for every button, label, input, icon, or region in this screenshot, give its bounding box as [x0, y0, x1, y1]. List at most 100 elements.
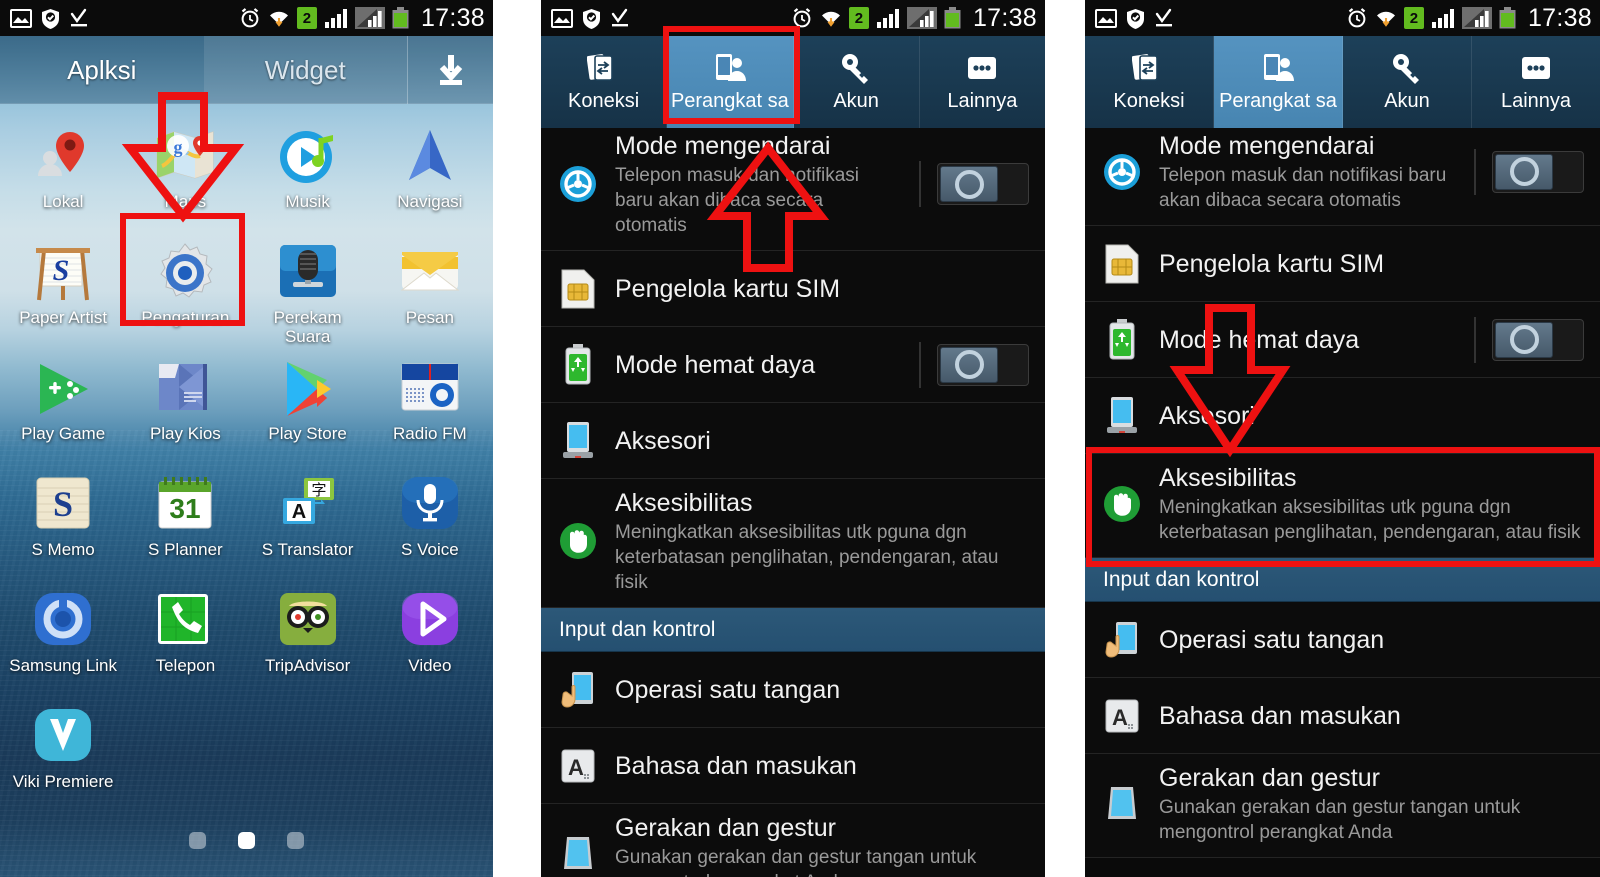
sim-card-icon: [557, 268, 599, 310]
app-item-pengaturan[interactable]: Pengaturan: [124, 236, 246, 348]
settings-row-text: Gerakan dan gestur Gunakan gerakan dan g…: [615, 812, 1029, 877]
settings-row-title: Aksesibilitas: [1159, 464, 1297, 492]
settings-gear-icon: [154, 242, 216, 304]
page-dot[interactable]: [189, 832, 206, 849]
power-saving-battery-icon: [1101, 318, 1143, 361]
settings-row-sim-manager[interactable]: Pengelola kartu SIM: [541, 251, 1045, 327]
tab-aplksi[interactable]: Aplksi: [0, 36, 204, 104]
app-item[interactable]: g Maps: [124, 120, 246, 232]
section-header-input-dan-kontrol: Input dan kontrol: [1085, 558, 1600, 602]
page-indicator: [0, 832, 493, 849]
tab-koneksi[interactable]: Koneksi: [541, 36, 668, 128]
settings-row-language-input[interactable]: A Bahasa dan masukan: [541, 728, 1045, 804]
tab-perangkat-saya[interactable]: Perangkat sa: [667, 36, 794, 128]
power-saving-toggle[interactable]: [937, 343, 1029, 386]
settings-row-language-input[interactable]: A Bahasa dan masukan: [1085, 678, 1600, 754]
app-item[interactable]: Video: [369, 584, 491, 696]
tab-lainnya[interactable]: Lainnya: [920, 36, 1045, 128]
app-item[interactable]: 31 S Planner: [124, 468, 246, 580]
app-item[interactable]: S S Memo: [2, 468, 124, 580]
settings-row-sim-manager[interactable]: Pengelola kartu SIM: [1085, 226, 1600, 302]
app-item[interactable]: Pesan: [369, 236, 491, 348]
settings-list: Mode mengendarai Telepon masuk dan notif…: [1085, 128, 1600, 858]
tab-aplksi-label: Aplksi: [67, 54, 137, 85]
app-item[interactable]: TripAdvisor: [247, 584, 369, 696]
viki-premiere-icon: [32, 706, 94, 768]
app-item[interactable]: Samsung Link: [2, 584, 124, 696]
battery-icon: [392, 7, 409, 29]
app-label: Viki Premiere: [12, 772, 114, 791]
app-label: S Voice: [401, 540, 459, 559]
settings-row-one-handed[interactable]: Operasi satu tangan: [1085, 602, 1600, 678]
tab-akun-label: Akun: [833, 90, 879, 112]
app-item[interactable]: Navigasi: [369, 120, 491, 232]
app-label: Paper Artist: [19, 308, 108, 327]
page-dot-active[interactable]: [238, 832, 255, 849]
tab-akun[interactable]: Akun: [794, 36, 920, 128]
tab-koneksi[interactable]: Koneksi: [1085, 36, 1214, 128]
settings-row-accessibility[interactable]: Aksesibilitas Meningkatkan aksesibilitas…: [541, 479, 1045, 608]
app-item[interactable]: 字A S Translator: [247, 468, 369, 580]
settings-row-accessibility[interactable]: Aksesibilitas Meningkatkan aksesibilitas…: [1085, 454, 1600, 558]
accounts-key-icon: [1393, 54, 1419, 84]
tab-lainnya-label: Lainnya: [1500, 90, 1572, 112]
app-item[interactable]: Play Game: [2, 352, 124, 464]
app-item[interactable]: Play Kios: [124, 352, 246, 464]
settings-list: Mode mengendarai Telepon masuk dan notif…: [541, 128, 1045, 877]
settings-row-power-saving[interactable]: Mode hemat daya: [1085, 302, 1600, 378]
app-item[interactable]: Lokal: [2, 120, 124, 232]
settings-row-one-handed[interactable]: Operasi satu tangan: [541, 652, 1045, 728]
app-item[interactable]: Viki Premiere: [2, 700, 124, 812]
settings-row-power-saving[interactable]: Mode hemat daya: [541, 327, 1045, 403]
app-label: Samsung Link: [9, 656, 117, 675]
settings-tabbar: Koneksi Perangkat sa Akun Lainnya: [541, 36, 1045, 128]
app-label: Lokal: [42, 192, 84, 211]
tab-lainnya[interactable]: Lainnya: [1472, 36, 1600, 128]
signal-2-icon: [1461, 7, 1492, 29]
s-voice-icon: [399, 474, 461, 536]
app-item[interactable]: Musik: [247, 120, 369, 232]
app-item[interactable]: S Voice: [369, 468, 491, 580]
sim2-badge: 2: [296, 7, 317, 29]
settings-body: Koneksi Perangkat sa Akun Lainnya Mode m…: [541, 36, 1045, 877]
svg-text:31: 31: [170, 493, 201, 524]
battery-icon: [944, 7, 961, 29]
app-item[interactable]: Perekam Suara: [247, 236, 369, 348]
svg-text:S: S: [53, 484, 73, 524]
tab-lainnya-label: Lainnya: [947, 90, 1018, 112]
settings-row-driving-mode[interactable]: Mode mengendarai Telepon masuk dan notif…: [1085, 128, 1600, 226]
settings-row-text: Aksesibilitas Meningkatkan aksesibilitas…: [615, 487, 1029, 595]
wifi-icon: [269, 11, 288, 27]
app-item[interactable]: Telepon: [124, 584, 246, 696]
page-dot[interactable]: [287, 832, 304, 849]
driving-mode-toggle[interactable]: [1492, 150, 1584, 193]
tab-akun[interactable]: Akun: [1343, 36, 1472, 128]
app-label: Video: [408, 656, 452, 675]
language-input-icon: A: [557, 745, 599, 787]
settings-row-subtitle: Gunakan gerakan dan gestur tangan untuk …: [1159, 797, 1521, 843]
download-button[interactable]: [407, 36, 493, 104]
power-saving-toggle[interactable]: [1492, 318, 1584, 361]
signal-2-icon: [354, 7, 385, 29]
accessory-dock-icon: [557, 420, 599, 462]
tab-koneksi-label: Koneksi: [568, 90, 640, 112]
toggle-area: [1468, 316, 1584, 363]
signal-1-icon: [876, 8, 899, 28]
app-item[interactable]: S Paper Artist: [2, 236, 124, 348]
tab-perangkat-saya[interactable]: Perangkat sa: [1214, 36, 1343, 128]
toggle-knob: [940, 166, 998, 202]
download-check-icon: [611, 8, 628, 27]
settings-row-accessory[interactable]: Aksesori: [1085, 378, 1600, 454]
alarm-icon: [793, 8, 811, 28]
status-bar: 2 17:38: [0, 0, 493, 36]
settings-row-text: Pengelola kartu SIM: [615, 273, 1029, 305]
app-item[interactable]: Radio FM: [369, 352, 491, 464]
settings-row-accessory[interactable]: Aksesori: [541, 403, 1045, 479]
driving-mode-icon: [1101, 151, 1143, 193]
settings-row-motions-gestures[interactable]: Gerakan dan gestur Gunakan gerakan dan g…: [1085, 754, 1600, 858]
settings-row-driving-mode[interactable]: Mode mengendarai Telepon masuk dan notif…: [541, 128, 1045, 251]
app-item[interactable]: Play Store: [247, 352, 369, 464]
tab-widget[interactable]: Widget: [203, 36, 407, 104]
settings-row-motions-gestures[interactable]: Gerakan dan gestur Gunakan gerakan dan g…: [541, 804, 1045, 877]
driving-mode-toggle[interactable]: [937, 163, 1029, 205]
